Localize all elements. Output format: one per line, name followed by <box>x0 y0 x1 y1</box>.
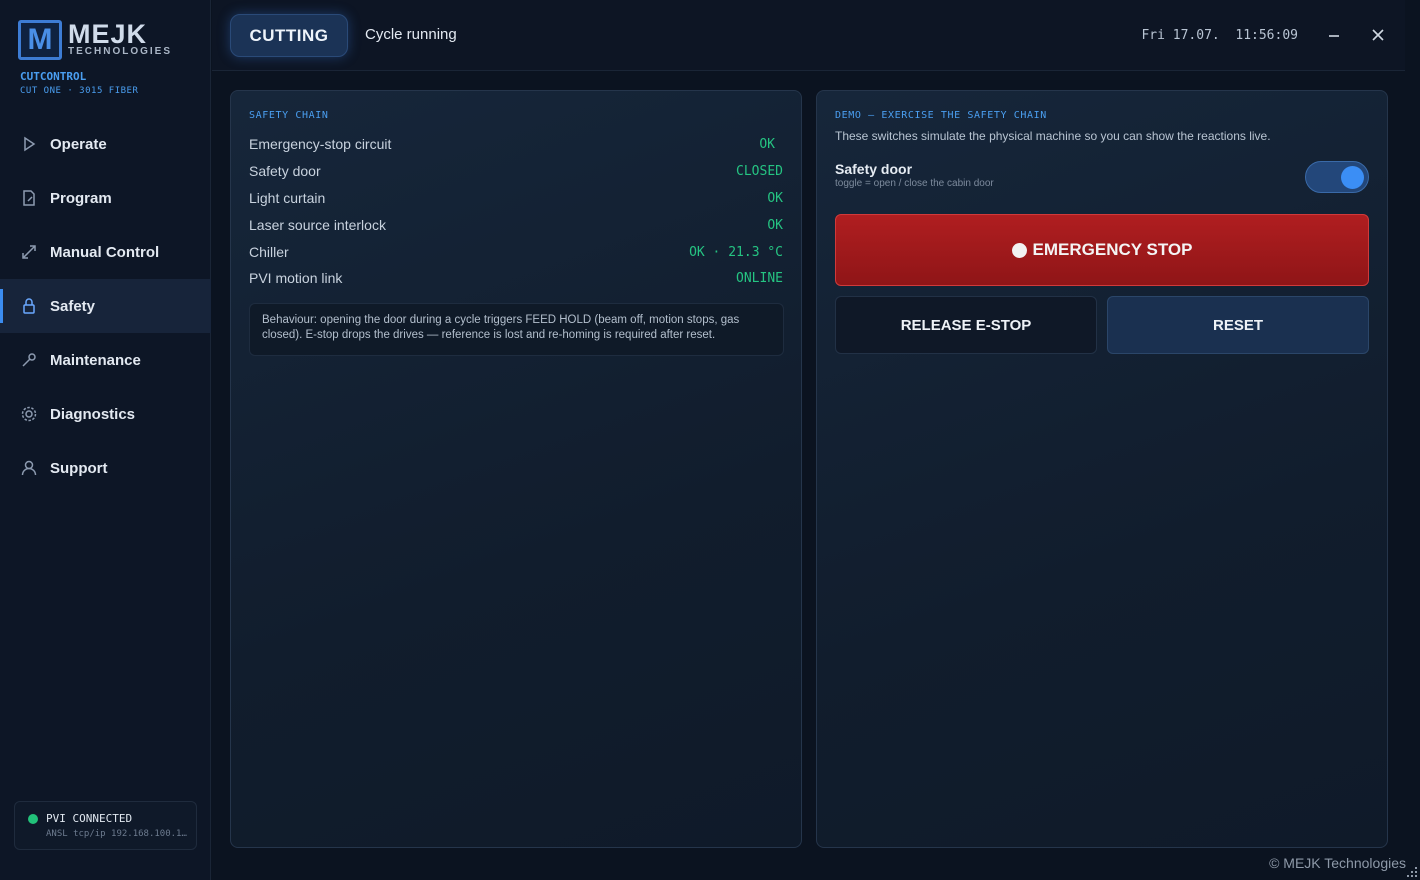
chain-label: Laser source interlock <box>249 217 386 233</box>
nav-item-safety[interactable]: Safety <box>0 279 211 333</box>
connection-detail: ANSL tcp/ip 192.168.100.1… <box>46 829 187 839</box>
safety-door-label: Safety door <box>835 161 913 177</box>
nav-menu: Operate Program Manual Control Safety Ma… <box>0 117 211 495</box>
nav-item-label: Maintenance <box>50 351 141 369</box>
nav-item-maintenance[interactable]: Maintenance <box>0 333 211 387</box>
chain-row-chiller: Chiller OK · 21.3 °C <box>249 241 783 263</box>
nav-item-operate[interactable]: Operate <box>0 117 211 171</box>
safety-door-hint: toggle = open / close the cabin door <box>835 178 994 189</box>
app-title: CUTCONTROL <box>20 70 87 83</box>
lock-icon <box>20 297 38 315</box>
minimize-icon <box>1329 35 1339 37</box>
emergency-stop-button[interactable]: EMERGENCY STOP <box>835 214 1369 286</box>
reset-button[interactable]: RESET <box>1107 296 1369 354</box>
logo-name: MEJK <box>68 19 148 49</box>
demo-panel: DEMO — EXERCISE THE SAFETY CHAIN These s… <box>816 90 1388 848</box>
nav-item-label: Program <box>50 189 112 207</box>
top-bar: CUTTING Cycle running Fri 17.07. 11:56:0… <box>212 0 1405 71</box>
close-icon <box>1372 29 1384 41</box>
minimize-button[interactable] <box>1321 22 1347 48</box>
nav-item-program[interactable]: Program <box>0 171 211 225</box>
diagonal-arrows-icon <box>20 243 38 261</box>
mode-badge: CUTTING <box>230 14 348 57</box>
app-subtitle: CUT ONE · 3015 FIBER <box>20 86 139 96</box>
panel-title: DEMO — EXERCISE THE SAFETY CHAIN <box>835 110 1047 121</box>
chain-value: OK <box>759 136 775 152</box>
nav-item-label: Support <box>50 459 108 477</box>
logo: M MEJK TECHNOLOGIES <box>18 20 172 60</box>
copyright: © MEJK Technologies <box>1269 855 1406 871</box>
close-button[interactable] <box>1365 22 1391 48</box>
chain-label: Emergency-stop circuit <box>249 136 392 152</box>
chain-label: PVI motion link <box>249 270 343 286</box>
connection-title: PVI CONNECTED <box>46 812 133 825</box>
chain-value: OK <box>767 217 783 233</box>
chain-value: OK <box>767 190 783 206</box>
chain-label: Light curtain <box>249 190 326 206</box>
resize-grip-icon[interactable] <box>1406 866 1418 878</box>
nav-item-label: Safety <box>50 297 96 315</box>
nav-item-diagnostics[interactable]: Diagnostics <box>0 387 211 441</box>
estop-dot-icon <box>1011 242 1027 258</box>
nav-item-support[interactable]: Support <box>0 441 211 495</box>
status-dot-icon <box>28 814 38 824</box>
gear-icon <box>20 405 38 423</box>
safety-door-toggle[interactable] <box>1305 161 1369 193</box>
wrench-icon <box>20 351 38 369</box>
nav-item-label: Diagnostics <box>50 405 136 423</box>
estop-label: EMERGENCY STOP <box>1032 240 1193 259</box>
chain-row-pvi-link: PVI motion link ONLINE <box>249 267 783 289</box>
chain-row-laser-interlock: Laser source interlock OK <box>249 214 783 236</box>
chain-value: ONLINE <box>736 270 783 286</box>
file-edit-icon <box>20 189 38 207</box>
chain-row-safety-door: Safety door CLOSED <box>249 160 783 182</box>
sidebar: M MEJK TECHNOLOGIES CUTCONTROL CUT ONE ·… <box>0 0 211 880</box>
chain-label: Safety door <box>249 163 321 179</box>
connection-status: PVI CONNECTED ANSL tcp/ip 192.168.100.1… <box>14 801 197 850</box>
chain-value: CLOSED <box>736 163 783 179</box>
nav-item-label: Operate <box>50 135 107 153</box>
cycle-status: Cycle running <box>365 26 457 43</box>
chain-row-emergency-stop: Emergency-stop circuit OK <box>249 133 783 155</box>
nav-item-label: Manual Control <box>50 243 160 261</box>
user-icon <box>20 459 38 477</box>
safety-chain-panel: SAFETY CHAIN Emergency-stop circuit OK S… <box>230 90 802 848</box>
behaviour-note: Behaviour: opening the door during a cyc… <box>249 303 784 356</box>
panel-title: SAFETY CHAIN <box>249 110 329 121</box>
release-estop-button[interactable]: RELEASE E-STOP <box>835 296 1097 354</box>
toggle-knob <box>1341 166 1364 189</box>
play-icon <box>20 135 38 153</box>
chain-row-light-curtain: Light curtain OK <box>249 187 783 209</box>
logo-sub: TECHNOLOGIES <box>68 46 173 57</box>
demo-description: These switches simulate the physical mac… <box>835 129 1271 143</box>
chain-value: OK · 21.3 °C <box>689 244 783 260</box>
logo-mark: M <box>18 20 62 60</box>
chain-label: Chiller <box>249 244 289 260</box>
nav-item-manual-control[interactable]: Manual Control <box>0 225 211 279</box>
datetime: Fri 17.07. 11:56:09 <box>1141 28 1298 43</box>
